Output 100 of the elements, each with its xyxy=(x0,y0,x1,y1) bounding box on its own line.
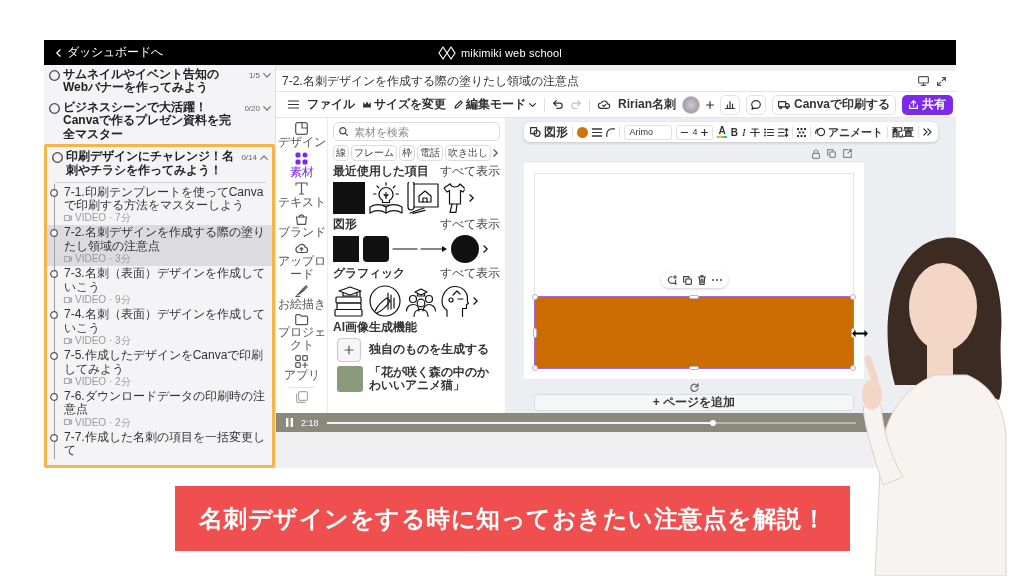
comment-add-icon[interactable] xyxy=(666,275,677,285)
chevron-up-icon[interactable] xyxy=(260,155,268,161)
rail-item[interactable]: テキスト xyxy=(276,181,328,209)
rail-item[interactable]: プロジェクト xyxy=(276,313,328,352)
lock-icon[interactable] xyxy=(812,149,820,159)
chevron-right-icon[interactable] xyxy=(473,296,478,305)
back-link[interactable]: ダッシュボードへ xyxy=(56,44,163,61)
lesson-title: 7-1.印刷テンプレートを使ってCanvaで印刷する方法をマスターしよう xyxy=(64,185,265,213)
resize-handle[interactable] xyxy=(850,365,856,371)
image-placeholder[interactable] xyxy=(337,365,363,392)
font-field[interactable]: Arimo xyxy=(624,124,673,140)
resize-button[interactable]: サイズを変更 xyxy=(363,96,446,113)
resize-handle[interactable] xyxy=(850,294,856,300)
design-name[interactable]: Ririan名刺 xyxy=(618,96,676,113)
swatch-icon[interactable] xyxy=(577,126,589,138)
trash-icon[interactable] xyxy=(697,275,706,285)
shapes-icon xyxy=(530,127,542,137)
plus-icon[interactable] xyxy=(706,100,714,109)
arrow-icon[interactable] xyxy=(421,246,447,253)
copy-icon[interactable] xyxy=(682,275,692,285)
undo-icon[interactable] xyxy=(553,100,563,109)
filter-chip[interactable]: 枠 xyxy=(399,145,415,161)
avatar-circle[interactable] xyxy=(682,95,700,114)
spacing-icon[interactable] xyxy=(777,127,788,137)
double-chevron-icon[interactable] xyxy=(922,128,932,136)
section-title[interactable]: サムネイルやイベント告知のWebバナーを作ってみよう xyxy=(63,68,241,95)
filter-chip[interactable]: 電話 xyxy=(417,145,443,161)
resize-handle[interactable] xyxy=(532,294,538,300)
corner-radius-icon[interactable] xyxy=(606,127,616,137)
status-circle-icon xyxy=(50,433,58,442)
rounded-square-icon[interactable] xyxy=(363,236,389,263)
file-menu-button[interactable]: ファイル xyxy=(307,96,355,113)
list-icon[interactable] xyxy=(763,127,774,137)
rail-item[interactable]: 素材 xyxy=(276,151,328,179)
lightbulb-book-icon[interactable] xyxy=(369,182,403,215)
cloud-check-icon[interactable] xyxy=(598,100,610,109)
expand-icon[interactable] xyxy=(937,76,946,86)
minus-icon[interactable] xyxy=(681,130,689,134)
font-size-value: 4 xyxy=(692,127,698,137)
bag-icon xyxy=(295,211,308,225)
circle-icon[interactable] xyxy=(451,235,479,264)
filter-chip[interactable]: 吹き出し xyxy=(445,145,491,161)
menu-icon[interactable] xyxy=(288,100,299,109)
chevron-right-icon[interactable] xyxy=(493,149,498,157)
bold-button[interactable]: B xyxy=(730,126,738,138)
resize-handle[interactable] xyxy=(689,366,699,370)
rail-item[interactable]: デザイン xyxy=(276,122,328,149)
see-all-link[interactable]: すべて表示 xyxy=(440,165,500,179)
text-color-button[interactable]: A xyxy=(717,126,727,138)
filter-chip[interactable]: 線 xyxy=(333,145,349,161)
filter-chip[interactable]: フレーム xyxy=(351,145,397,161)
lesson-heading: 7-2.名刺デザインを作成する際の塗りたし領域の注意点 xyxy=(282,72,580,90)
rail-item[interactable]: お絵描き xyxy=(276,283,328,311)
chevron-right-icon[interactable] xyxy=(483,245,488,254)
print-button[interactable]: Canvaで印刷する xyxy=(772,94,897,115)
chevron-right-icon[interactable] xyxy=(469,194,474,203)
line-icon[interactable] xyxy=(393,248,417,251)
add-page-button[interactable]: + ページを追加 xyxy=(534,394,854,411)
see-all-link[interactable]: すべて表示 xyxy=(440,267,500,281)
add-page-icon[interactable] xyxy=(843,149,852,158)
rail-item[interactable]: ブランド xyxy=(276,211,328,239)
italic-button[interactable]: I xyxy=(741,126,746,138)
resize-handle[interactable] xyxy=(532,365,538,371)
books-cap-icon[interactable] xyxy=(333,284,365,317)
edit-mode-button[interactable]: 編集モード xyxy=(454,96,536,113)
rail-item[interactable]: アップロード xyxy=(276,241,328,281)
progress-count: 1/5 xyxy=(247,71,260,80)
t-shirt-icon[interactable] xyxy=(443,183,465,214)
resize-handle[interactable] xyxy=(689,295,699,299)
animate-button[interactable]: アニメート xyxy=(814,124,883,140)
filled-square-icon[interactable] xyxy=(333,182,365,215)
shape-type-button[interactable]: 図形 xyxy=(530,123,569,141)
rail-item[interactable]: アプリ xyxy=(276,354,328,382)
hand-circle-icon[interactable] xyxy=(369,284,401,317)
house-scroll-icon[interactable] xyxy=(407,182,439,215)
status-circle-icon xyxy=(50,270,58,279)
search-field[interactable]: 素材を検索 xyxy=(333,122,500,141)
progress-track[interactable] xyxy=(326,421,856,424)
share-button[interactable]: 共有 xyxy=(902,94,954,115)
section-title[interactable]: 印刷デザインにチャレンジ！名刺やチラシを作ってみよう！ xyxy=(66,150,238,178)
plus-icon[interactable] xyxy=(701,128,709,136)
chevron-down-icon[interactable] xyxy=(263,105,271,111)
square-icon[interactable] xyxy=(333,236,359,263)
section-title[interactable]: ビジネスシーンで大活躍！Canvaで作るプレゼン資料を完全マスター xyxy=(63,100,241,142)
resize-handle[interactable] xyxy=(533,327,537,338)
chevron-down-icon[interactable] xyxy=(263,73,271,78)
progress-thumb[interactable] xyxy=(710,419,717,426)
comment-button[interactable] xyxy=(746,94,766,115)
insights-button[interactable] xyxy=(720,94,740,115)
border-style-icon[interactable] xyxy=(592,127,603,137)
generate-button[interactable]: 独自のものを生成する xyxy=(333,337,500,362)
position-button[interactable]: 配置 xyxy=(891,124,914,140)
strikethrough-icon[interactable] xyxy=(749,127,760,137)
see-all-link[interactable]: すべて表示 xyxy=(440,218,500,232)
rotate-icon[interactable] xyxy=(689,383,699,392)
monitor-icon[interactable] xyxy=(918,76,929,86)
pause-icon[interactable] xyxy=(286,418,293,427)
head-ideas-icon[interactable] xyxy=(441,284,469,317)
checker-icon[interactable] xyxy=(796,127,806,137)
font-size-stepper[interactable]: 4 xyxy=(676,124,714,140)
